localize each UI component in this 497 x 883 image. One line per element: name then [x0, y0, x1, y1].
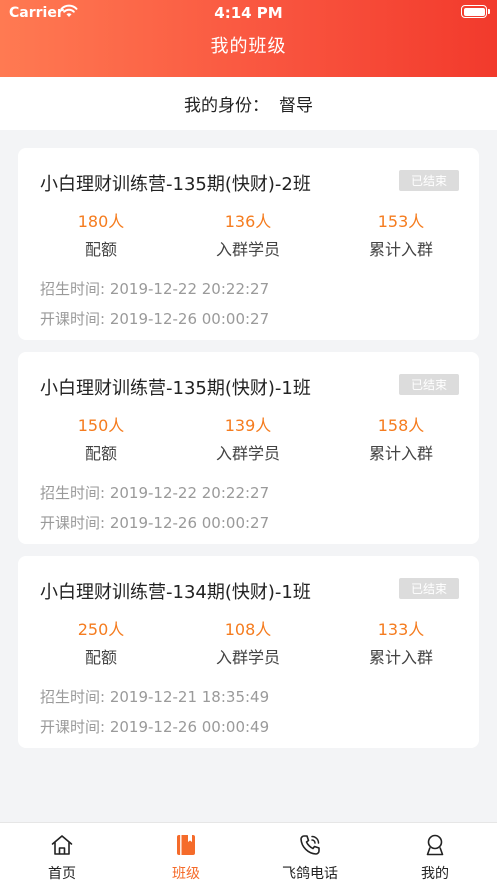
home-icon [51, 835, 73, 855]
stat-label: 入群学员 [215, 240, 280, 259]
header: Carrier 4:14 PM 我的班级 [0, 0, 497, 77]
stat-joined: 108人 入群学员 [178, 618, 318, 668]
stat-value: 133人 [377, 620, 425, 639]
stat-value: 136人 [224, 212, 272, 231]
stat-quota: 180人 配额 [31, 210, 171, 260]
class-stats: 180人 配额 136人 入群学员 153人 累计入群 [18, 210, 479, 262]
start-time: 开课时间: 2019-12-26 00:00:27 [40, 514, 270, 532]
stat-label: 入群学员 [215, 648, 280, 667]
stat-value: 153人 [377, 212, 425, 231]
battery-icon [461, 5, 490, 18]
tab-class[interactable]: 班级 [124, 823, 248, 883]
user-icon [426, 834, 444, 856]
stat-label: 累计入群 [368, 444, 433, 463]
stat-value: 139人 [224, 416, 272, 435]
class-card[interactable]: 小白理财训练营-134期(快财)-1班 已结束 250人 配额 108人 入群学… [18, 556, 479, 748]
status-bar: Carrier 4:14 PM [0, 0, 497, 26]
class-title: 小白理财训练营-135期(快财)-2班 [40, 174, 311, 195]
status-badge: 已结束 [399, 374, 459, 395]
stat-quota: 150人 配额 [31, 414, 171, 464]
phone-icon [300, 835, 320, 855]
tab-label: 飞鸽电话 [282, 866, 338, 882]
tab-label: 班级 [172, 866, 200, 882]
identity-label: 我的身份： [184, 96, 269, 116]
stat-quota: 250人 配额 [31, 618, 171, 668]
enroll-time: 招生时间: 2019-12-22 20:22:27 [40, 280, 270, 298]
identity-bar: 我的身份： 督导 [0, 77, 497, 130]
stat-joined: 136人 入群学员 [178, 210, 318, 260]
stat-value: 108人 [224, 620, 272, 639]
tab-label: 我的 [421, 866, 449, 882]
tab-bar: 首页 班级 飞鸽电话 我的 [0, 822, 497, 883]
start-time: 开课时间: 2019-12-26 00:00:27 [40, 310, 270, 328]
class-stats: 150人 配额 139人 入群学员 158人 累计入群 [18, 414, 479, 466]
page-title: 我的班级 [210, 36, 287, 57]
class-card[interactable]: 小白理财训练营-135期(快财)-2班 已结束 180人 配额 136人 入群学… [18, 148, 479, 340]
enroll-time: 招生时间: 2019-12-22 20:22:27 [40, 484, 270, 502]
stat-label: 配额 [84, 444, 117, 463]
stat-label: 入群学员 [215, 444, 280, 463]
class-title: 小白理财训练营-134期(快财)-1班 [40, 582, 311, 603]
class-stats: 250人 配额 108人 入群学员 133人 累计入群 [18, 618, 479, 670]
identity-value: 督导 [279, 96, 313, 116]
stat-label: 累计入群 [368, 648, 433, 667]
class-title: 小白理财训练营-135期(快财)-1班 [40, 378, 311, 399]
tab-phone[interactable]: 飞鸽电话 [248, 823, 372, 883]
enroll-time: 招生时间: 2019-12-21 18:35:49 [40, 688, 270, 706]
stat-value: 250人 [77, 620, 125, 639]
stat-label: 配额 [84, 240, 117, 259]
status-badge: 已结束 [399, 170, 459, 191]
stat-label: 累计入群 [368, 240, 433, 259]
tab-home[interactable]: 首页 [0, 823, 124, 883]
stat-label: 配额 [84, 648, 117, 667]
stat-value: 158人 [377, 416, 425, 435]
stat-total-joined: 158人 累计入群 [331, 414, 471, 464]
class-card[interactable]: 小白理财训练营-135期(快财)-1班 已结束 150人 配额 139人 入群学… [18, 352, 479, 544]
stat-total-joined: 133人 累计入群 [331, 618, 471, 668]
clock: 4:14 PM [214, 4, 283, 22]
stat-joined: 139人 入群学员 [178, 414, 318, 464]
tab-label: 首页 [48, 866, 76, 882]
status-badge: 已结束 [399, 578, 459, 599]
class-book-icon [177, 835, 195, 855]
stat-total-joined: 153人 累计入群 [331, 210, 471, 260]
start-time: 开课时间: 2019-12-26 00:00:49 [40, 718, 270, 736]
stat-value: 150人 [77, 416, 125, 435]
stat-value: 180人 [77, 212, 125, 231]
tab-mine[interactable]: 我的 [373, 823, 497, 883]
